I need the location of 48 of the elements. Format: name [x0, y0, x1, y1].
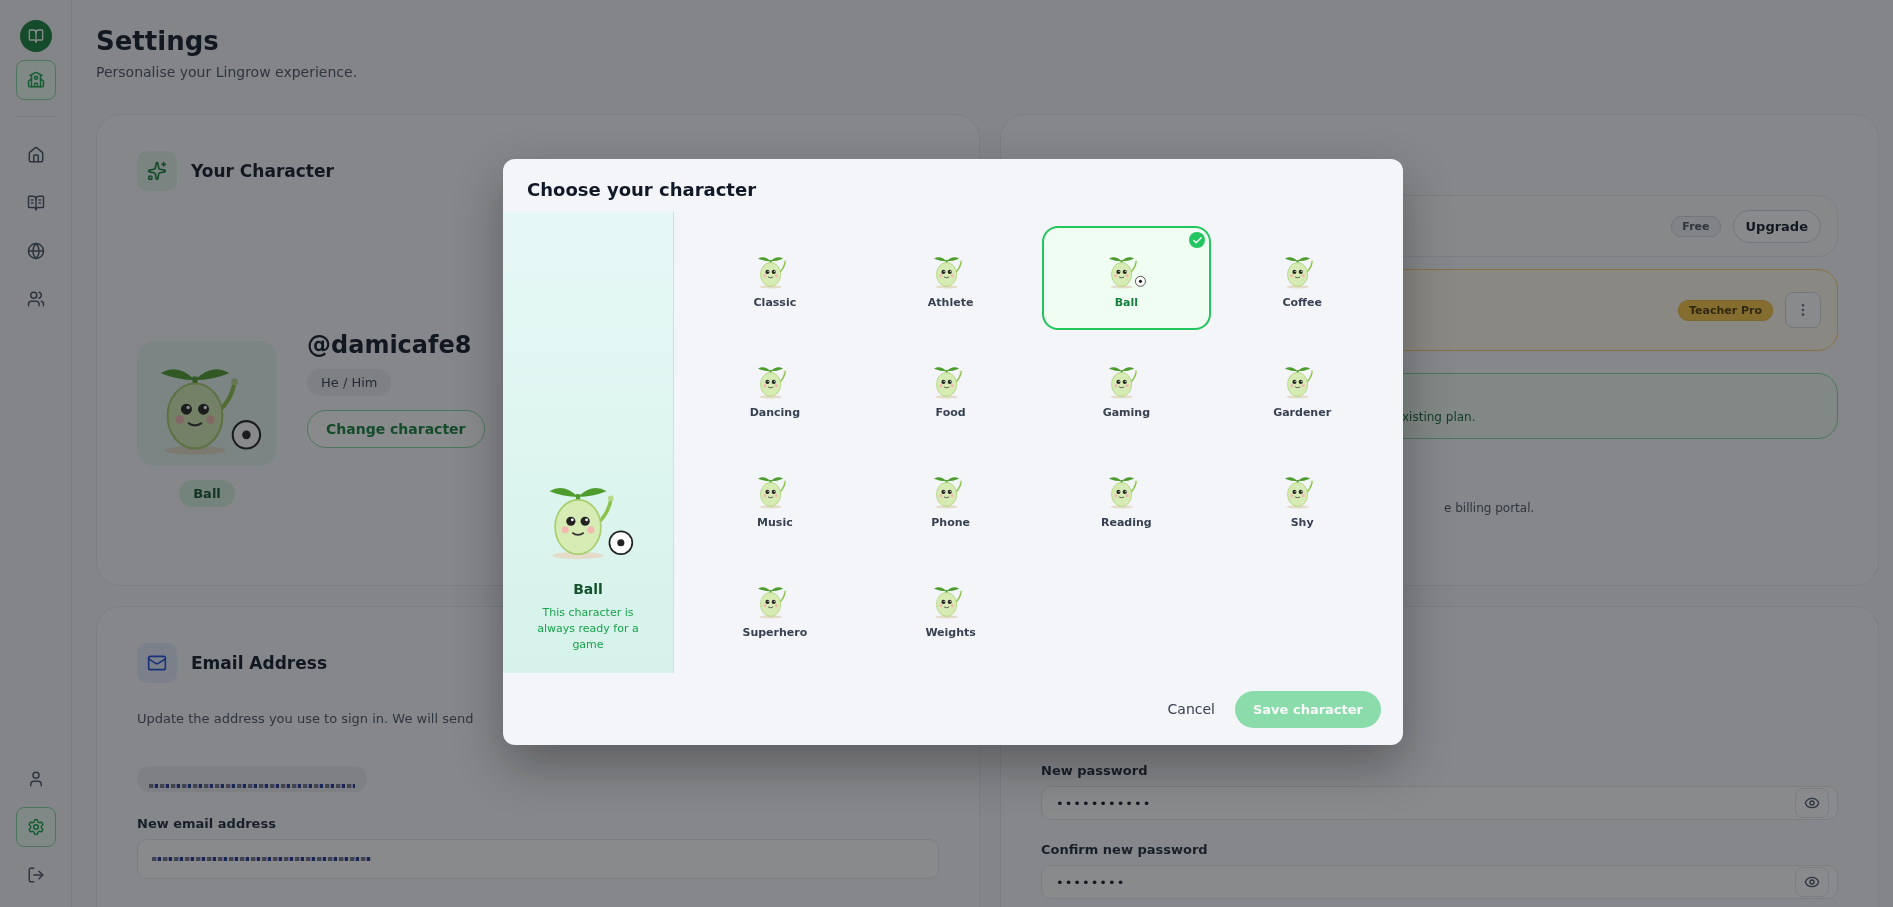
card-title: Your Character — [191, 161, 334, 181]
character-option[interactable]: Superhero — [690, 556, 860, 660]
character-option[interactable]: Classic — [690, 226, 860, 330]
school-icon — [26, 71, 45, 89]
eye-icon — [1804, 795, 1820, 811]
email-input[interactable] — [137, 839, 939, 879]
eye-icon — [1804, 874, 1820, 890]
character-option[interactable]: Shy — [1217, 446, 1387, 550]
character-option[interactable]: Athlete — [865, 226, 1036, 330]
character-option[interactable]: Coffee — [1217, 226, 1387, 330]
plan-badge: Free — [1671, 215, 1721, 237]
card-title: Email Address — [191, 653, 328, 673]
settings-icon[interactable] — [15, 807, 56, 847]
username: @damicafe8 — [307, 331, 473, 359]
mail-icon — [137, 643, 177, 683]
billing-text: e billing portal. — [1444, 501, 1536, 515]
character-name-tag: Ball — [179, 480, 235, 507]
field-label: New email address — [137, 816, 277, 831]
character-option[interactable]: Gardener — [1217, 336, 1387, 440]
character-option[interactable]: Music — [690, 446, 860, 550]
character-option[interactable]: Food — [865, 336, 1036, 440]
page-subtitle: Personalise your Lingrow experience. — [96, 64, 359, 80]
workspace-button[interactable] — [15, 60, 56, 100]
character-option[interactable]: Gaming — [1041, 336, 1212, 440]
preview-name: Ball — [573, 581, 603, 598]
upgrade-button[interactable]: Upgrade — [1732, 209, 1821, 243]
show-password-button[interactable] — [1795, 867, 1829, 897]
sparkles-icon — [137, 151, 177, 191]
character-option[interactable]: Ball — [1041, 226, 1212, 330]
field-label: Confirm new password — [1041, 842, 1209, 857]
card-description: Update the address you use to sign in. We will send — [137, 711, 475, 726]
field-label: New password — [1041, 763, 1149, 778]
character-option[interactable]: Dancing — [690, 336, 860, 440]
password-input[interactable]: ••••••••••• — [1041, 786, 1838, 820]
dialog-title: Choose your character — [526, 178, 758, 202]
password-input[interactable]: •••••••• — [1041, 865, 1838, 899]
check-icon — [1189, 232, 1206, 248]
page-title: Settings — [96, 26, 220, 56]
character-option[interactable]: Phone — [865, 446, 1036, 550]
character-option[interactable]: Reading — [1041, 446, 1212, 550]
character-option[interactable]: Weights — [865, 556, 1036, 660]
app-logo[interactable] — [19, 20, 52, 52]
show-password-button[interactable] — [1795, 788, 1829, 818]
notice-text: xisting plan. — [1402, 410, 1476, 424]
cancel-button[interactable]: Cancel — [1161, 693, 1221, 725]
preview-description: This character is always ready for a game — [536, 605, 640, 653]
pronouns-tag: He / Him — [307, 369, 392, 396]
plan-badge: Teacher Pro — [1677, 299, 1773, 321]
